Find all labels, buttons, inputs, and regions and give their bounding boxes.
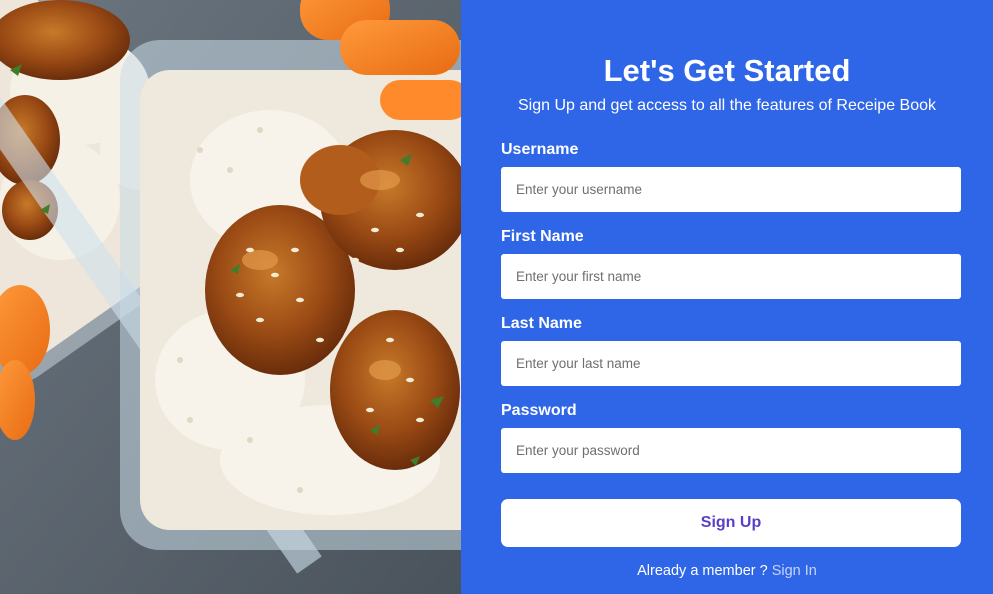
username-input[interactable] [501, 167, 961, 212]
sign-in-link[interactable]: Sign In [772, 563, 817, 579]
signin-prompt: Already a member ? Sign In [461, 562, 993, 580]
first-name-input[interactable] [501, 254, 961, 299]
meal-prep-illustration [0, 0, 461, 594]
last-name-input[interactable] [501, 341, 961, 386]
form-subtitle: Sign Up and get access to all the featur… [517, 97, 937, 114]
form-title: Let's Get Started [603, 53, 851, 88]
signup-form-panel: Let's Get Started Sign Up and get access… [461, 0, 993, 594]
password-label: Password [501, 402, 577, 419]
food-photo [0, 0, 461, 594]
password-input[interactable] [501, 428, 961, 473]
member-text: Already a member ? [637, 563, 768, 579]
username-label: Username [501, 141, 579, 158]
first-name-label: First Name [501, 228, 584, 245]
last-name-label: Last Name [501, 315, 582, 332]
signup-page: Let's Get Started Sign Up and get access… [0, 0, 993, 594]
sign-up-button[interactable]: Sign Up [501, 499, 961, 547]
